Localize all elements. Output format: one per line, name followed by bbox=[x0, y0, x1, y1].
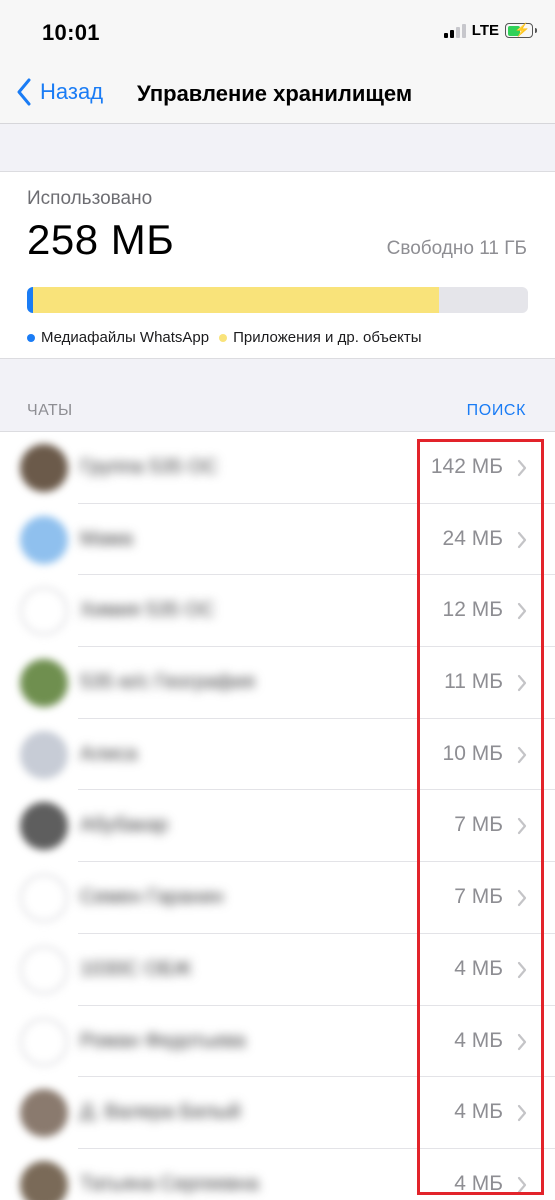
chat-row[interactable]: Мама 24 МБ bbox=[0, 504, 555, 576]
chat-size: 12 МБ bbox=[442, 598, 503, 622]
used-value: 258 МБ bbox=[27, 216, 175, 263]
chat-name: Группа 535 ОС bbox=[80, 456, 218, 478]
chat-name: Татьяна Сергеевна bbox=[80, 1172, 259, 1195]
chevron-left-icon bbox=[17, 78, 31, 106]
free-space-value: Свободно 11 ГБ bbox=[386, 238, 527, 259]
chat-size: 11 МБ bbox=[444, 670, 503, 694]
chevron-right-icon bbox=[517, 531, 527, 548]
chat-size: 4 МБ bbox=[454, 1171, 503, 1195]
used-label: Использовано bbox=[27, 188, 153, 209]
chat-name: Д. Валера Белый bbox=[80, 1101, 241, 1124]
chat-name: Химия 535 ОС bbox=[80, 599, 215, 622]
storage-usage-bar bbox=[27, 287, 528, 313]
chat-row[interactable]: Татьяна Сергеевна 4 МБ bbox=[0, 1149, 555, 1200]
chats-section-title: ЧАТЫ bbox=[27, 402, 73, 419]
chevron-right-icon bbox=[517, 961, 527, 978]
chat-row[interactable]: 1030С ОБЖ 4 МБ bbox=[0, 934, 555, 1006]
avatar bbox=[20, 659, 68, 708]
chat-name: 1030С ОБЖ bbox=[80, 957, 192, 980]
chevron-right-icon bbox=[517, 1033, 527, 1050]
chevron-right-icon bbox=[517, 818, 527, 835]
chat-size: 7 МБ bbox=[454, 885, 503, 909]
chat-row[interactable]: Химия 535 ОС 12 МБ bbox=[0, 575, 555, 648]
chat-name: Роман Федотьева bbox=[80, 1029, 246, 1052]
status-indicators: LTE ⚡ bbox=[443, 22, 537, 39]
chevron-right-icon bbox=[517, 890, 527, 907]
avatar bbox=[20, 945, 68, 994]
chat-name: Мама bbox=[80, 527, 133, 550]
usage-bar-apps-segment bbox=[33, 287, 439, 313]
chat-row[interactable]: Группа 535 ОС 142 МБ bbox=[0, 432, 555, 504]
avatar bbox=[20, 874, 68, 923]
chevron-right-icon bbox=[517, 746, 527, 763]
avatar bbox=[20, 730, 68, 779]
chat-size: 7 МБ bbox=[454, 813, 503, 837]
status-time: 10:01 bbox=[42, 20, 100, 45]
status-bar: 10:01 LTE ⚡ bbox=[0, 0, 555, 64]
avatar bbox=[20, 587, 68, 636]
chat-list: Группа 535 ОС 142 МБ Мама 24 МБ Химия 535 ОС… bbox=[0, 431, 555, 1200]
search-button[interactable]: ПОИСК bbox=[467, 402, 526, 420]
chevron-right-icon bbox=[517, 1105, 527, 1122]
chevron-right-icon bbox=[517, 459, 527, 477]
avatar bbox=[20, 515, 68, 564]
battery-charging-icon: ⚡ bbox=[505, 22, 537, 38]
usage-legend: Медиафайлы WhatsApp Приложения и др. объ… bbox=[27, 329, 432, 346]
chat-size: 4 МБ bbox=[454, 1028, 503, 1052]
chevron-right-icon bbox=[517, 603, 527, 620]
legend-dot-icon bbox=[219, 333, 228, 342]
page-title: Управление хранилищем bbox=[137, 81, 413, 106]
avatar bbox=[20, 802, 68, 851]
chat-row[interactable]: Д. Валера Белый 4 МБ bbox=[0, 1077, 555, 1149]
chat-name: Алиса bbox=[80, 742, 138, 765]
navigation-bar: Назад Управление хранилищем bbox=[0, 64, 555, 124]
chevron-right-icon bbox=[517, 674, 527, 692]
legend-item-apps: Приложения и др. объекты bbox=[219, 329, 422, 346]
avatar bbox=[20, 1160, 68, 1200]
chat-size: 24 МБ bbox=[442, 526, 503, 550]
back-button[interactable]: Назад bbox=[16, 78, 103, 106]
chat-size: 10 МБ bbox=[442, 741, 503, 765]
legend-dot-icon bbox=[27, 333, 35, 342]
chevron-right-icon bbox=[517, 1176, 527, 1193]
avatar bbox=[20, 1089, 68, 1138]
chat-size: 4 МБ bbox=[454, 1100, 503, 1124]
chat-size: 142 МБ bbox=[430, 455, 503, 478]
legend-label: Приложения и др. объекты bbox=[233, 329, 422, 346]
chat-name: Абубакар bbox=[80, 814, 169, 837]
chat-row[interactable]: Семен Гаранин 7 МБ bbox=[0, 862, 555, 934]
chat-row[interactable]: Абубакар 7 МБ bbox=[0, 790, 555, 863]
back-label: Назад bbox=[40, 79, 104, 104]
chat-size: 4 МБ bbox=[454, 956, 503, 980]
storage-usage-card: Использовано 258 МБ Свободно 11 ГБ Медиа… bbox=[0, 171, 555, 359]
chat-row[interactable]: Алиса 10 МБ bbox=[0, 719, 555, 791]
chat-name: Семен Гаранин bbox=[80, 886, 224, 909]
avatar bbox=[20, 444, 68, 492]
avatar bbox=[20, 1017, 68, 1066]
legend-item-media: Медиафайлы WhatsApp bbox=[27, 329, 209, 346]
chat-row[interactable]: 535 ю/с География 11 МБ bbox=[0, 647, 555, 719]
chat-name: 535 ю/с География bbox=[80, 671, 255, 694]
network-type: LTE bbox=[471, 22, 499, 39]
chat-row[interactable]: Роман Федотьева 4 МБ bbox=[0, 1006, 555, 1078]
cellular-signal-icon bbox=[443, 23, 466, 38]
legend-label: Медиафайлы WhatsApp bbox=[41, 329, 210, 346]
